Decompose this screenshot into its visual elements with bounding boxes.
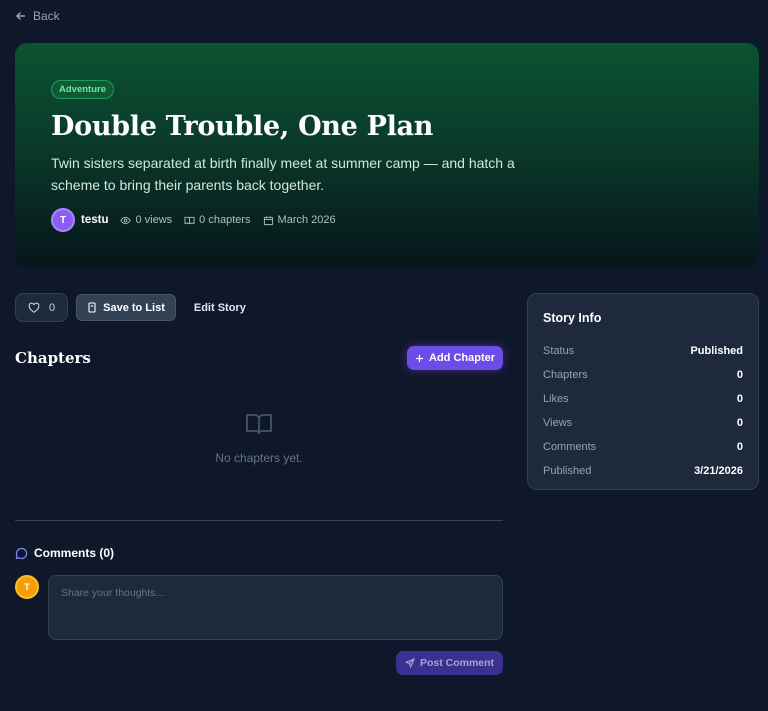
info-label: Views <box>543 417 573 429</box>
chapters-heading: Chapters <box>15 349 91 367</box>
add-chapter-button[interactable]: Add Chapter <box>407 346 503 370</box>
bookmark-icon <box>88 302 96 313</box>
views-count: 0 views <box>135 214 173 226</box>
story-info-title: Story Info <box>543 311 602 325</box>
empty-text: No chapters yet. <box>215 451 303 465</box>
save-to-list-button[interactable]: Save to List <box>76 294 176 321</box>
section-divider <box>15 520 503 521</box>
chapters-empty-state: No chapters yet. <box>15 410 503 465</box>
info-label: Likes <box>543 393 569 405</box>
info-value: 0 <box>736 417 743 429</box>
post-comment-button[interactable]: Post Comment <box>396 651 503 675</box>
back-link[interactable]: Back <box>15 9 60 23</box>
info-value: 0 <box>736 393 743 405</box>
info-value: 0 <box>736 441 743 453</box>
author-name[interactable]: testu <box>81 214 108 226</box>
book-icon <box>184 216 195 224</box>
info-label: Status <box>543 345 575 357</box>
info-label: Chapters <box>543 369 588 381</box>
send-icon <box>404 658 415 668</box>
calendar-icon <box>263 215 273 225</box>
story-info-panel: Story Info Status Published Chapters 0 L… <box>527 293 759 490</box>
comments-title: Comments (0) <box>34 546 115 560</box>
like-count: 0 <box>49 301 56 314</box>
info-label: Comments <box>543 441 597 453</box>
views-meta: 0 views <box>120 214 172 226</box>
comment-input[interactable] <box>48 575 503 640</box>
arrow-left-icon <box>16 12 25 20</box>
info-row-status: Status Published <box>543 339 743 363</box>
story-hero: Adventure Double Trouble, One Plan Twin … <box>15 43 759 268</box>
heart-icon <box>28 302 40 313</box>
chapters-meta: 0 chapters <box>184 214 251 226</box>
info-value: 3/21/2026 <box>694 465 743 477</box>
comments-heading: Comments (0) <box>15 546 114 560</box>
open-book-icon <box>246 414 272 435</box>
back-label: Back <box>33 9 60 23</box>
info-row-published: Published 3/21/2026 <box>543 459 743 483</box>
chapters-count: 0 chapters <box>199 214 251 226</box>
date-meta: March 2026 <box>263 214 336 226</box>
info-row-likes: Likes 0 <box>543 387 743 411</box>
add-chapter-label: Add Chapter <box>429 352 495 364</box>
genre-badge[interactable]: Adventure <box>51 80 114 99</box>
info-row-comments: Comments 0 <box>543 435 743 459</box>
like-button[interactable]: 0 <box>15 293 69 322</box>
story-meta: T testu 0 views 0 chapters March 2026 <box>51 208 336 232</box>
author-avatar[interactable]: T <box>51 208 75 232</box>
story-title: Double Trouble, One Plan <box>51 111 434 142</box>
save-label: Save to List <box>103 301 165 314</box>
info-value: Published <box>690 345 743 357</box>
info-value: 0 <box>736 369 743 381</box>
info-row-views: Views 0 <box>543 411 743 435</box>
story-description: Twin sisters separated at birth finally … <box>51 155 515 193</box>
story-actions: 0 Save to List Edit Story <box>15 293 256 322</box>
post-comment-label: Post Comment <box>419 657 495 669</box>
publish-date: March 2026 <box>277 214 336 226</box>
comment-icon <box>15 547 28 559</box>
info-label: Published <box>543 465 592 477</box>
info-row-chapters: Chapters 0 <box>543 363 743 387</box>
plus-icon <box>416 354 423 362</box>
edit-story-button[interactable]: Edit Story <box>184 302 256 314</box>
eye-icon <box>120 216 132 224</box>
commenter-avatar: T <box>15 575 39 599</box>
